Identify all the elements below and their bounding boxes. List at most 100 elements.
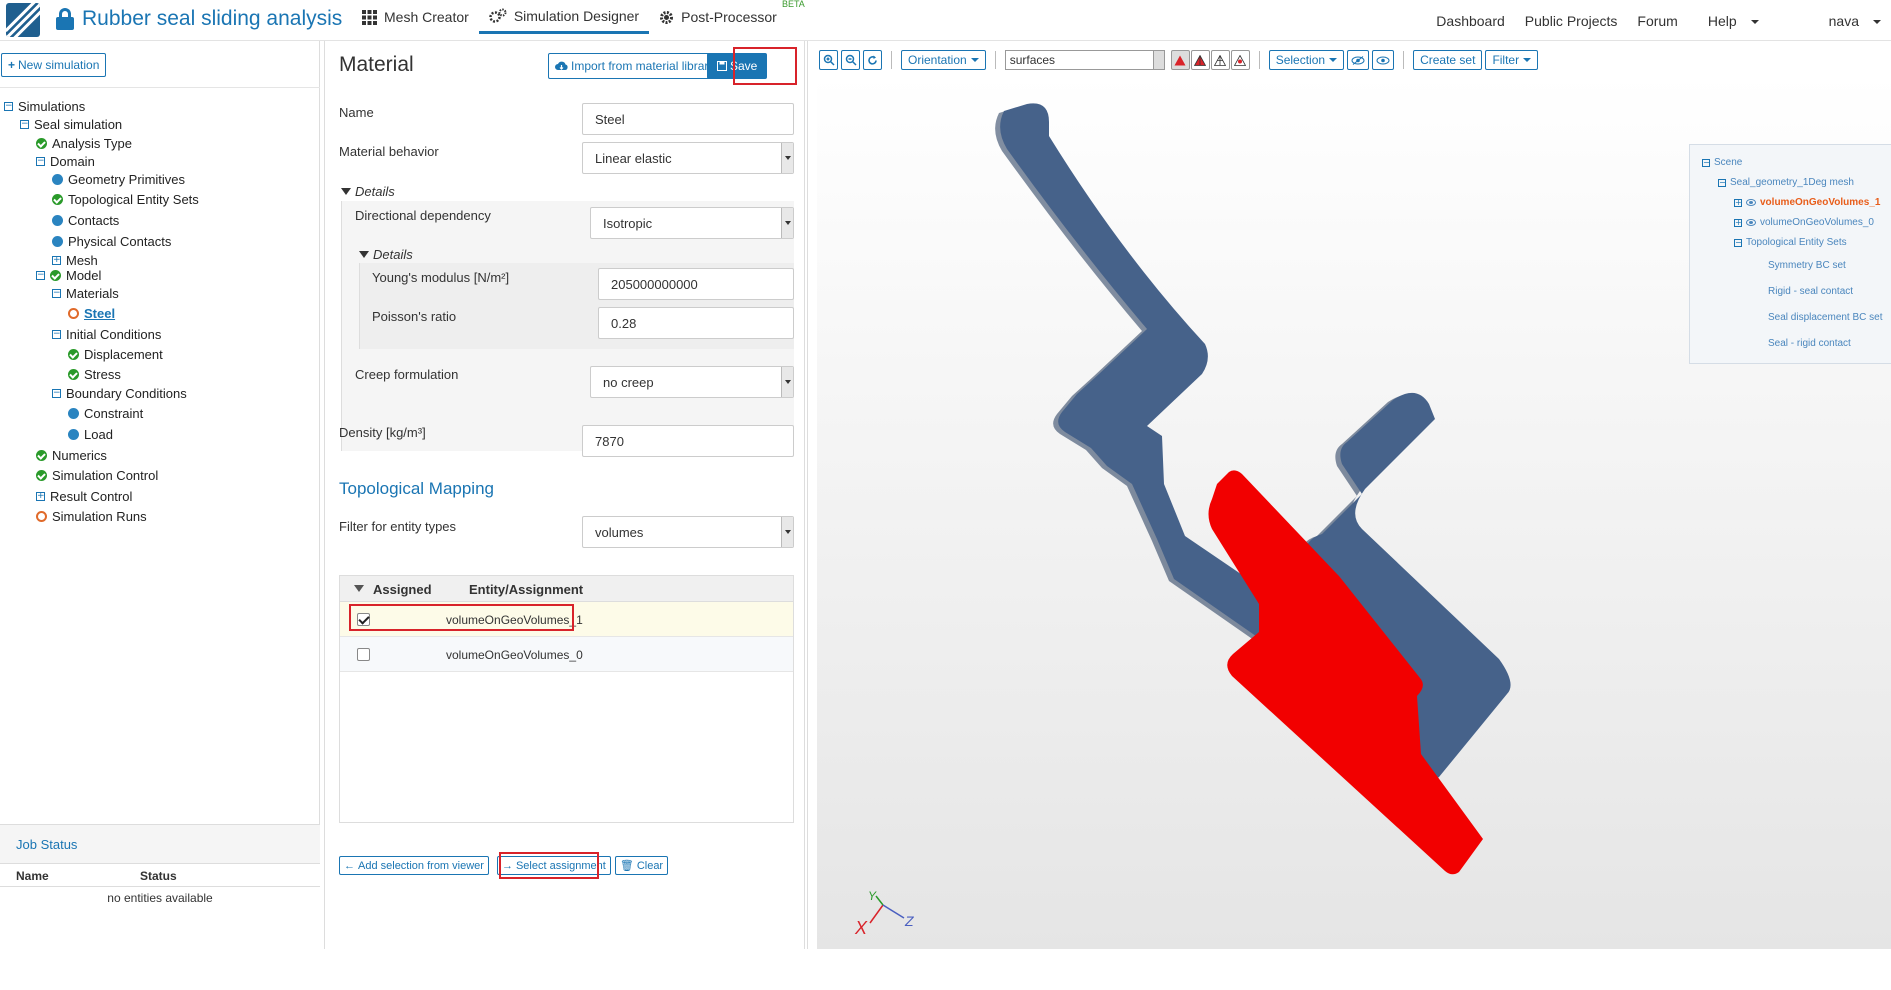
nav-dashboard[interactable]: Dashboard — [1426, 13, 1515, 29]
scene-volume-1-node[interactable]: + volumeOnGeoVolumes_1 — [1734, 197, 1880, 208]
add-selection-from-viewer-button[interactable]: ← Add selection from viewer — [339, 856, 489, 875]
nav-public-projects[interactable]: Public Projects — [1515, 13, 1628, 29]
expand-icon[interactable]: + — [36, 492, 45, 501]
new-simulation-button[interactable]: + New simulation — [1, 53, 107, 77]
scene-tes-node[interactable]: − Topological Entity Sets — [1734, 237, 1847, 248]
tree-result-control[interactable]: + Result Control — [36, 489, 132, 504]
scene-node[interactable]: − Scene — [1702, 157, 1742, 168]
selection-dropdown[interactable]: Selection — [1268, 50, 1345, 70]
clear-button[interactable]: 🗑 Clear — [614, 856, 669, 875]
col-assigned[interactable]: Assigned — [373, 582, 432, 597]
tree-steel[interactable]: Steel — [68, 306, 115, 321]
collapse-icon[interactable]: − — [1734, 238, 1742, 247]
tree-label: Constraint — [84, 406, 144, 421]
scene-mesh-node[interactable]: − Seal_geometry_1Deg mesh — [1718, 177, 1854, 188]
tree-materials[interactable]: − Materials — [52, 286, 119, 301]
points-icon[interactable] — [1230, 50, 1250, 70]
orientation-dropdown[interactable]: Orientation — [901, 50, 986, 70]
entity-type-filter-select[interactable]: volumes — [582, 516, 794, 548]
refresh-icon[interactable] — [863, 50, 882, 70]
tab-post-processor[interactable]: Post-Processor BETA — [649, 0, 805, 34]
import-material-button[interactable]: Import from material library — [548, 53, 722, 79]
collapse-icon[interactable]: − — [1702, 158, 1710, 167]
eye-icon[interactable] — [1746, 199, 1756, 206]
project-title[interactable]: Rubber seal sliding analysis — [56, 7, 342, 31]
hide-selection-icon[interactable] — [1347, 50, 1370, 70]
tree-stress[interactable]: Stress — [68, 367, 121, 382]
tree-label: Displacement — [84, 347, 163, 362]
youngs-modulus-input[interactable]: 205000000000 — [598, 268, 794, 300]
scene-volume-0-node[interactable]: + volumeOnGeoVolumes_0 — [1734, 217, 1874, 228]
scene-set-node[interactable]: Seal displacement BC set — [1768, 312, 1883, 323]
zoom-in-icon[interactable] — [819, 50, 838, 70]
tree-label: Materials — [66, 286, 119, 301]
collapse-icon[interactable]: − — [52, 330, 61, 339]
collapse-icon[interactable]: − — [4, 102, 13, 111]
sort-icon[interactable] — [354, 585, 364, 592]
details-toggle-2[interactable]: Details — [359, 247, 413, 262]
show-all-icon[interactable] — [1372, 50, 1395, 70]
scene-set-node[interactable]: Rigid - seal contact — [1768, 286, 1853, 297]
tree-displacement[interactable]: Displacement — [68, 347, 163, 362]
filter-dropdown[interactable]: Filter — [1485, 50, 1539, 70]
nav-help[interactable]: Help — [1688, 13, 1769, 29]
surface-edges-icon[interactable] — [1190, 50, 1210, 70]
poissons-ratio-input[interactable]: 0.28 — [598, 307, 794, 339]
nav-forum[interactable]: Forum — [1627, 13, 1687, 29]
tab-mesh-creator[interactable]: Mesh Creator — [352, 0, 479, 34]
simscale-logo[interactable] — [6, 3, 40, 37]
eye-icon[interactable] — [1746, 219, 1756, 226]
tree-contacts[interactable]: Contacts — [52, 213, 119, 228]
density-input[interactable]: 7870 — [582, 425, 794, 457]
tree-domain[interactable]: − Domain — [36, 154, 95, 169]
tree-simulation-runs[interactable]: Simulation Runs — [36, 509, 147, 524]
tree-boundary-conditions[interactable]: − Boundary Conditions — [52, 386, 187, 401]
table-row[interactable]: volumeOnGeoVolumes_0 — [340, 637, 793, 672]
details-toggle[interactable]: Details — [341, 184, 395, 199]
expand-icon[interactable]: + — [1734, 198, 1742, 207]
tree-analysis-type[interactable]: Analysis Type — [36, 136, 132, 151]
tree-geometry-primitives[interactable]: Geometry Primitives — [52, 172, 185, 187]
collapse-icon[interactable]: − — [1718, 178, 1726, 187]
viewer-canvas[interactable]: − Scene − Seal_geometry_1Deg mesh + volumeO… — [817, 74, 1891, 949]
tree-simulations[interactable]: − Simulations — [4, 99, 85, 114]
collapse-icon[interactable]: − — [52, 389, 61, 398]
wireframe-icon[interactable] — [1210, 50, 1230, 70]
dropdown-arrow-icon — [781, 517, 793, 547]
scene-set-node[interactable]: Symmetry BC set — [1768, 260, 1846, 271]
tree-initial-conditions[interactable]: − Initial Conditions — [52, 327, 161, 342]
tree-mesh[interactable]: + Mesh — [52, 253, 98, 268]
tree-label: Load — [84, 427, 113, 442]
surface-mode-icon[interactable] — [1170, 50, 1190, 70]
name-input[interactable]: Steel — [582, 103, 794, 135]
assign-checkbox[interactable] — [357, 648, 370, 661]
dropdown-arrow-icon — [781, 143, 793, 173]
col-entity[interactable]: Entity/Assignment — [469, 582, 583, 597]
create-set-button[interactable]: Create set — [1413, 50, 1483, 70]
x-axis-label: X — [854, 918, 868, 938]
tree-physical-contacts[interactable]: Physical Contacts — [52, 234, 171, 249]
scene-set-node[interactable]: Seal - rigid contact — [1768, 338, 1851, 349]
zoom-out-icon[interactable] — [841, 50, 860, 70]
scene-label: Rigid - seal contact — [1768, 286, 1854, 297]
nav-user-menu[interactable]: nava — [1809, 13, 1891, 29]
material-behavior-select[interactable]: Linear elastic — [582, 142, 794, 174]
tree-topological-entity-sets[interactable]: Topological Entity Sets — [52, 192, 199, 207]
directional-dependency-select[interactable]: Isotropic — [590, 207, 794, 239]
collapse-icon[interactable]: − — [52, 289, 61, 298]
collapse-icon[interactable]: − — [36, 157, 45, 166]
collapse-icon[interactable]: − — [20, 120, 29, 129]
creep-formulation-label: Creep formulation — [355, 367, 459, 382]
tree-seal-simulation[interactable]: − Seal simulation — [20, 117, 122, 132]
expand-icon[interactable]: + — [52, 256, 61, 265]
tree-constraint[interactable]: Constraint — [68, 406, 143, 421]
tree-simulation-control[interactable]: Simulation Control — [36, 468, 158, 483]
render-mode-select[interactable]: surfaces — [1004, 50, 1165, 70]
expand-icon[interactable]: + — [1734, 218, 1742, 227]
tab-simulation-designer[interactable]: Simulation Designer — [478, 0, 650, 34]
tree-model[interactable]: − Model — [36, 268, 101, 283]
creep-formulation-select[interactable]: no creep — [590, 366, 794, 398]
collapse-icon[interactable]: − — [36, 271, 45, 280]
tree-load[interactable]: Load — [68, 427, 113, 442]
tree-numerics[interactable]: Numerics — [36, 448, 107, 463]
